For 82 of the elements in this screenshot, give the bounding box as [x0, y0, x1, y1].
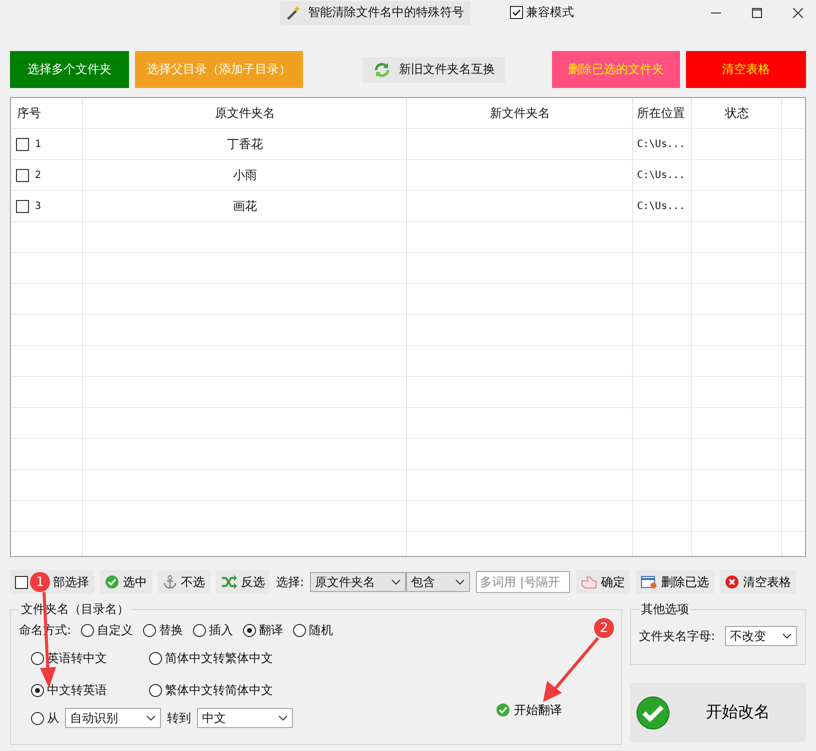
group-title: 其他选项: [640, 601, 690, 618]
radio-button[interactable]: [293, 624, 306, 636]
row-number: 1: [35, 138, 42, 150]
column-header[interactable]: 状态: [692, 98, 782, 128]
column-header[interactable]: 原文件夹名: [83, 98, 407, 128]
table-cell: 丁香花: [227, 136, 263, 152]
refresh-icon: [373, 62, 391, 78]
radio-button[interactable]: [143, 624, 156, 636]
column-dropdown[interactable]: 原文件夹名: [310, 572, 406, 592]
column-header[interactable]: 新文件夹名: [407, 98, 633, 128]
radio-label: 中文转英语: [47, 682, 107, 698]
table-cell: C:\Us...: [637, 170, 686, 180]
radio-button[interactable]: [31, 652, 44, 664]
radio-label: 插入: [209, 622, 234, 638]
column-header[interactable]: 所在位置: [633, 98, 692, 128]
toolbar-button[interactable]: 选择多个文件夹: [10, 51, 129, 88]
maximize-icon[interactable]: [752, 8, 762, 18]
row-number: 3: [35, 200, 42, 212]
select-all-checkbox[interactable]: [15, 576, 28, 588]
match-dropdown[interactable]: 包含: [406, 572, 470, 592]
toolbar-button[interactable]: 不选: [158, 570, 210, 594]
toolbar-button[interactable]: 反选: [216, 570, 270, 594]
radio-label: 随机: [309, 622, 334, 638]
compat-mode-label: 兼容模式: [526, 4, 574, 21]
annotation-arrow: [543, 637, 600, 702]
check-circle-icon: [636, 696, 670, 730]
radio-label: 翻译: [259, 622, 284, 638]
toolbar-button[interactable]: 清空表格: [720, 570, 796, 594]
table-cell: C:\Us...: [637, 138, 686, 150]
letter-case-label: 文件夹名字母:: [638, 628, 715, 644]
row-checkbox[interactable]: [16, 200, 29, 212]
hand-icon: [581, 575, 598, 589]
caret-icon: [278, 715, 288, 721]
check-circle-icon: [105, 575, 119, 589]
radio-button[interactable]: [193, 624, 206, 636]
toolbar-button[interactable]: 新旧文件夹名互换: [363, 56, 505, 82]
start-translate-button[interactable]: 开始翻译: [491, 698, 567, 722]
row-checkbox[interactable]: [16, 138, 29, 150]
filter-label: 选择:: [276, 574, 304, 590]
toolbar-button[interactable]: 删除已选: [636, 570, 714, 594]
window-delete-icon: [641, 575, 658, 589]
radio-button[interactable]: [149, 684, 162, 696]
radio-button[interactable]: [81, 624, 94, 636]
row-number: 2: [35, 170, 42, 180]
radio-button[interactable]: [31, 684, 44, 696]
radio-label: 自定义: [97, 622, 134, 638]
compat-mode-checkbox[interactable]: [510, 6, 523, 19]
radio-label: 替换: [159, 622, 184, 638]
window-title: 智能清除文件名中的特殊符号: [308, 4, 464, 21]
toolbar-button[interactable]: 清空表格: [686, 51, 806, 88]
caret-icon: [391, 579, 402, 585]
toolbar-button[interactable]: 选中: [100, 570, 152, 594]
radio-button[interactable]: [31, 712, 44, 724]
table-cell: 画花: [233, 198, 257, 214]
caret-icon: [455, 579, 466, 585]
radio-label: 简体中文转繁体中文: [165, 650, 273, 666]
caret-icon: [782, 633, 792, 639]
table-cell: 小雨: [233, 166, 257, 184]
to-label: 转到: [167, 710, 191, 726]
magic-wand-icon: [286, 4, 302, 20]
check-circle-icon: [496, 703, 510, 717]
shuffle-icon: [221, 575, 237, 589]
keyword-input[interactable]: 多词用 |号隔开: [476, 571, 570, 593]
toolbar-button[interactable]: 确定: [576, 570, 630, 594]
close-icon[interactable]: [793, 8, 803, 18]
column-header[interactable]: 序号: [11, 98, 83, 128]
target-language-dropdown[interactable]: 中文: [197, 708, 293, 728]
radio-button[interactable]: [149, 652, 162, 664]
row-checkbox[interactable]: [16, 168, 29, 182]
radio-label: 从: [47, 710, 59, 726]
annotation-badge: 2: [594, 618, 614, 638]
close-circle-icon: [725, 575, 740, 589]
select-all-label: 部选择: [53, 574, 89, 590]
source-language-dropdown[interactable]: 自动识别: [65, 708, 161, 728]
caret-icon: [146, 715, 156, 721]
anchor-icon: [163, 575, 177, 589]
group-title: 文件夹名（目录名）: [20, 601, 130, 618]
radio-button[interactable]: [243, 624, 256, 636]
start-rename-button[interactable]: 开始改名: [630, 683, 806, 742]
radio-label: 繁体中文转简体中文: [165, 682, 273, 698]
table-cell: C:\Us...: [637, 200, 686, 212]
letter-case-dropdown[interactable]: 不改变: [725, 626, 797, 646]
